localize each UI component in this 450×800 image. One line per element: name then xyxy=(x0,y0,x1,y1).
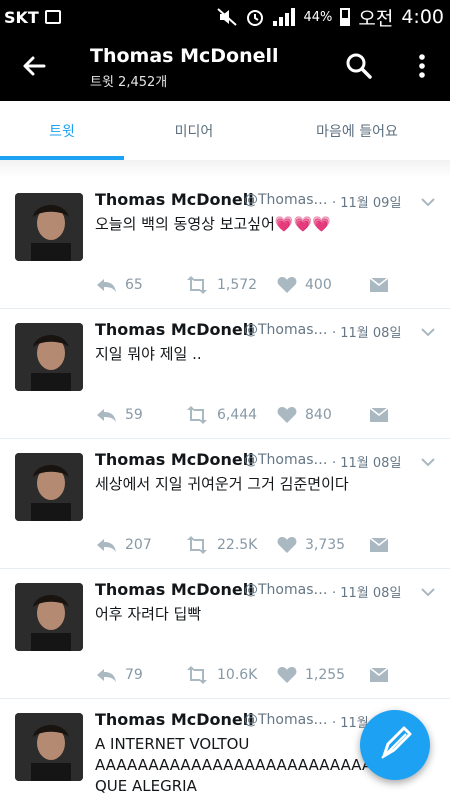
compose-icon xyxy=(381,726,412,759)
retweet-icon xyxy=(187,406,207,424)
tab-likes[interactable]: 마음에 들어요 xyxy=(264,101,450,160)
tab-tweets[interactable]: 트윗 xyxy=(0,101,124,160)
tweet-item[interactable]: Thomas McDonell @Thomas… · 11월 09일 오늘의 백… xyxy=(0,178,450,309)
clock-time: 4:00 xyxy=(401,6,444,28)
compose-tweet-button[interactable] xyxy=(360,710,430,780)
reply-button[interactable]: 79 xyxy=(95,664,143,686)
status-bar: SKT 44% 오전 4:00 xyxy=(0,0,450,34)
tweet-date: · 11월 08일 xyxy=(332,326,402,341)
tweet-date: · 11월 08일 xyxy=(332,456,402,471)
back-arrow-icon[interactable] xyxy=(20,52,48,80)
tweet-count: 트윗 2,452개 xyxy=(90,75,168,90)
like-icon xyxy=(277,277,297,293)
tweet-text: 어후 자려다 딥빡 xyxy=(95,605,202,623)
tweet-item[interactable]: Thomas McDonell @Thomas… · 11월 08일 어후 자려… xyxy=(0,568,450,699)
dm-button[interactable] xyxy=(369,664,397,686)
tweet-item[interactable]: Thomas McDonell @Thomas… · 11월 08일 세상에서 … xyxy=(0,438,450,569)
dm-icon xyxy=(369,407,389,422)
avatar[interactable] xyxy=(15,323,83,391)
retweet-icon xyxy=(187,276,207,294)
alarm-icon xyxy=(247,10,264,26)
avatar[interactable] xyxy=(15,713,83,781)
profile-title: Thomas McDonell xyxy=(90,45,279,67)
tweet-item[interactable]: Thomas McDonell @Thomas… · 11월 08일 지일 뭐야… xyxy=(0,308,450,439)
chevron-down-icon[interactable] xyxy=(420,194,436,210)
author-handle: @Thomas… xyxy=(244,582,326,598)
like-button[interactable]: 400 xyxy=(277,274,332,296)
avatar[interactable] xyxy=(15,583,83,651)
author-handle: @Thomas… xyxy=(244,712,326,728)
author-name[interactable]: Thomas McDonell xyxy=(95,450,254,469)
reply-button[interactable]: 65 xyxy=(95,274,143,296)
like-icon xyxy=(277,537,297,553)
author-name[interactable]: Thomas McDonell xyxy=(95,320,254,339)
like-button[interactable]: 840 xyxy=(277,404,332,426)
retweet-icon xyxy=(187,666,207,684)
reply-button[interactable]: 207 xyxy=(95,534,152,556)
tabs-divider xyxy=(0,160,450,178)
chevron-down-icon[interactable] xyxy=(420,584,436,600)
like-button[interactable]: 1,255 xyxy=(277,664,345,686)
author-handle: @Thomas… xyxy=(244,322,326,338)
signal-icon xyxy=(273,8,296,26)
retweet-button[interactable]: 6,444 xyxy=(185,404,257,426)
retweet-button[interactable]: 22.5K xyxy=(185,534,257,556)
tweet-date: · 11월 08일 xyxy=(332,586,402,601)
carrier-label: SKT xyxy=(4,7,39,27)
like-button[interactable]: 3,735 xyxy=(277,534,345,556)
battery-icon xyxy=(340,8,351,26)
reply-icon xyxy=(97,279,116,292)
avatar[interactable] xyxy=(15,193,83,261)
tweet-actions: 207 22.5K 3,735 xyxy=(95,534,405,556)
tweet-actions: 59 6,444 840 xyxy=(95,404,405,426)
mute-icon xyxy=(217,8,238,26)
dm-button[interactable] xyxy=(369,274,397,296)
tweet-text: 지일 뭐야 제일 .. xyxy=(95,345,202,363)
profile-app-bar: Thomas McDonell 트윗 2,452개 xyxy=(0,34,450,101)
profile-tabs: 트윗 미디어 마음에 들어요 xyxy=(0,101,450,160)
tweet-date: · 11월 09일 xyxy=(332,196,402,211)
tab-media[interactable]: 미디어 xyxy=(124,101,264,160)
like-icon xyxy=(277,667,297,683)
clock-period: 오전 xyxy=(358,7,394,30)
tweet-text: 세상에서 지일 귀여운거 그거 김준면이다 xyxy=(95,475,349,493)
search-icon[interactable] xyxy=(345,52,373,80)
dm-button[interactable] xyxy=(369,404,397,426)
author-handle: @Thomas… xyxy=(244,452,326,468)
author-name[interactable]: Thomas McDonell xyxy=(95,190,254,209)
tweet-actions: 65 1,572 400 xyxy=(95,274,405,296)
tweet-text: 오늘의 백의 동영상 보고싶어💗💗💗 xyxy=(95,215,331,233)
dm-icon xyxy=(369,537,389,552)
author-name[interactable]: Thomas McDonell xyxy=(95,710,254,729)
chevron-down-icon[interactable] xyxy=(420,324,436,340)
reply-icon xyxy=(97,409,116,422)
reply-icon xyxy=(97,539,116,552)
heart-emoji: 💗💗💗 xyxy=(274,215,331,233)
gallery-notification-icon xyxy=(44,10,61,24)
author-name[interactable]: Thomas McDonell xyxy=(95,580,254,599)
dm-button[interactable] xyxy=(369,534,397,556)
author-handle: @Thomas… xyxy=(244,192,326,208)
avatar[interactable] xyxy=(15,453,83,521)
retweet-button[interactable]: 1,572 xyxy=(185,274,257,296)
battery-percent: 44% xyxy=(303,9,333,25)
tweet-actions: 79 10.6K 1,255 xyxy=(95,664,405,686)
chevron-down-icon[interactable] xyxy=(420,454,436,470)
retweet-button[interactable]: 10.6K xyxy=(185,664,257,686)
dm-icon xyxy=(369,667,389,682)
more-vert-icon[interactable] xyxy=(412,52,432,80)
reply-icon xyxy=(97,669,116,682)
like-icon xyxy=(277,407,297,423)
dm-icon xyxy=(369,277,389,292)
retweet-icon xyxy=(187,536,207,554)
reply-button[interactable]: 59 xyxy=(95,404,143,426)
